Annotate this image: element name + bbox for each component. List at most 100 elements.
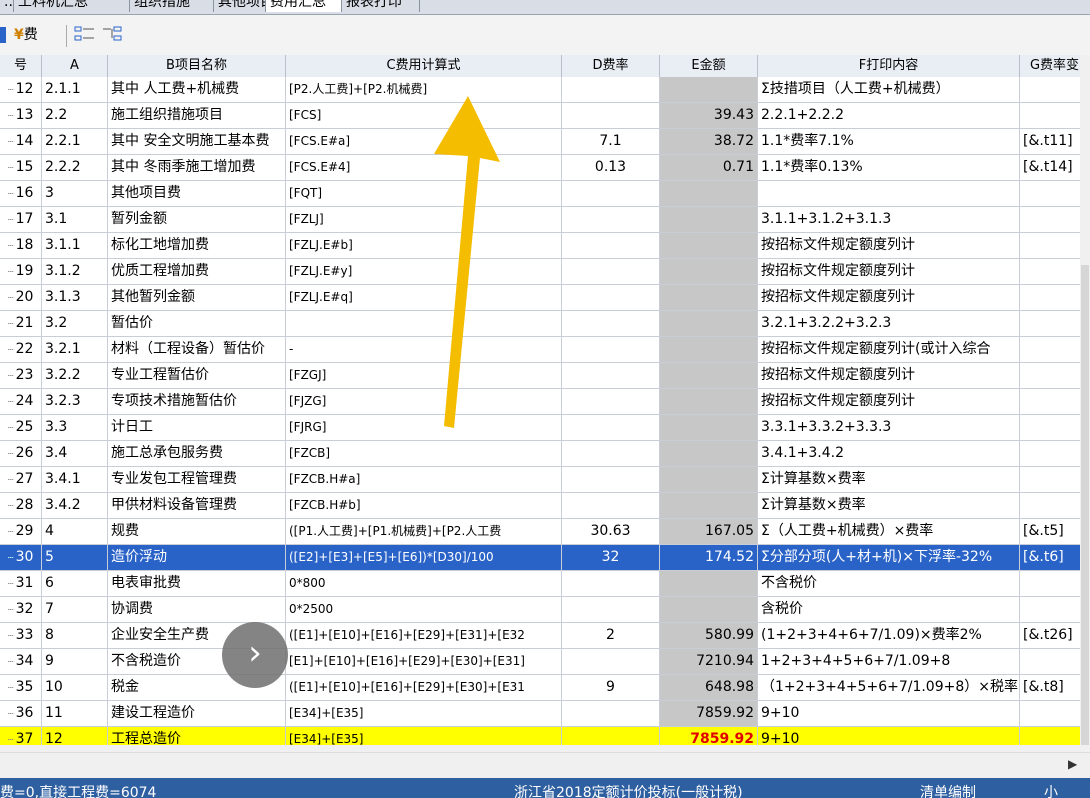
- cell-b[interactable]: 其中 人工费+机械费: [108, 77, 286, 102]
- cell-g[interactable]: [1020, 285, 1080, 310]
- cell-b[interactable]: 优质工程增加费: [108, 259, 286, 284]
- cell-b[interactable]: 规费: [108, 519, 286, 544]
- cell-f[interactable]: Σ技措项目（人工费+机械费）: [758, 77, 1020, 102]
- cell-b[interactable]: 其他项目费: [108, 181, 286, 206]
- cell-f[interactable]: 9+10: [758, 727, 1020, 745]
- toolbar-partial-icon[interactable]: [0, 27, 6, 43]
- cell-b[interactable]: 施工总承包服务费: [108, 441, 286, 466]
- cell-a[interactable]: 3.2: [42, 311, 108, 336]
- cell-g[interactable]: [&.t5]: [1020, 519, 1080, 544]
- cell-no[interactable]: ┄ 35: [0, 675, 42, 700]
- cell-d[interactable]: [562, 493, 660, 518]
- cell-g[interactable]: [1020, 233, 1080, 258]
- cell-a[interactable]: 3.3: [42, 415, 108, 440]
- cell-c[interactable]: -: [286, 337, 562, 362]
- cell-a[interactable]: 8: [42, 623, 108, 648]
- cell-b[interactable]: 标化工地增加费: [108, 233, 286, 258]
- cell-b[interactable]: 电表审批费: [108, 571, 286, 596]
- tab-other-items[interactable]: 其他项目: [214, 0, 266, 12]
- table-row[interactable]: ┄ 35 10 税金 ([E1]+[E10]+[E16]+[E29]+[E30]+[E3…: [0, 675, 1080, 701]
- cell-c[interactable]: ([P1.人工费]+[P1.机械费]+[P2.人工费: [286, 519, 562, 544]
- cell-f[interactable]: Σ计算基数×费率: [758, 493, 1020, 518]
- cell-d[interactable]: [562, 181, 660, 206]
- cell-d[interactable]: [562, 337, 660, 362]
- cell-e[interactable]: [660, 259, 758, 284]
- cell-e[interactable]: [660, 207, 758, 232]
- cell-c[interactable]: [FCS.E#a]: [286, 129, 562, 154]
- cell-no[interactable]: ┄ 21: [0, 311, 42, 336]
- cell-f[interactable]: 按招标文件规定额度列计: [758, 389, 1020, 414]
- insert-row-button[interactable]: [74, 25, 96, 45]
- cell-g[interactable]: [1020, 363, 1080, 388]
- cell-a[interactable]: 12: [42, 727, 108, 745]
- cell-g[interactable]: [&.t8]: [1020, 675, 1080, 700]
- cell-no[interactable]: ┄ 30: [0, 545, 42, 570]
- cell-f[interactable]: 3.1.1+3.1.2+3.1.3: [758, 207, 1020, 232]
- cell-a[interactable]: 2.2: [42, 103, 108, 128]
- cell-e[interactable]: [660, 363, 758, 388]
- cell-g[interactable]: [1020, 181, 1080, 206]
- cell-a[interactable]: 3.2.3: [42, 389, 108, 414]
- table-row[interactable]: ┄ 28 3.4.2 甲供材料设备管理费 [FZCB.H#b] Σ计算基数×费率: [0, 493, 1080, 519]
- cell-a[interactable]: 2.2.2: [42, 155, 108, 180]
- cell-a[interactable]: 6: [42, 571, 108, 596]
- cell-d[interactable]: [562, 649, 660, 674]
- cell-no[interactable]: ┄ 25: [0, 415, 42, 440]
- cell-g[interactable]: [&.t14]: [1020, 155, 1080, 180]
- cell-d[interactable]: [562, 389, 660, 414]
- cell-g[interactable]: [1020, 441, 1080, 466]
- cell-a[interactable]: 3.2.2: [42, 363, 108, 388]
- cell-e[interactable]: [660, 597, 758, 622]
- table-row[interactable]: ┄ 36 11 建设工程造价 [E34]+[E35] 7859.92 9+10: [0, 701, 1080, 727]
- cell-e[interactable]: [660, 389, 758, 414]
- cell-c[interactable]: [FZCB.H#b]: [286, 493, 562, 518]
- cell-a[interactable]: 9: [42, 649, 108, 674]
- tab-labor-material-summary[interactable]: 工料机汇总: [14, 0, 130, 12]
- table-row[interactable]: ┄ 27 3.4.1 专业发包工程管理费 [FZCB.H#a] Σ计算基数×费率: [0, 467, 1080, 493]
- cell-a[interactable]: 10: [42, 675, 108, 700]
- cell-f[interactable]: 按招标文件规定额度列计: [758, 233, 1020, 258]
- cell-no[interactable]: ┄ 31: [0, 571, 42, 596]
- cell-c[interactable]: [286, 311, 562, 336]
- cell-e[interactable]: [660, 311, 758, 336]
- cell-c[interactable]: [FQT]: [286, 181, 562, 206]
- cell-f[interactable]: 按招标文件规定额度列计: [758, 259, 1020, 284]
- cell-e[interactable]: 7859.92: [660, 727, 758, 745]
- cell-c[interactable]: 0*800: [286, 571, 562, 596]
- cell-f[interactable]: 不含税价: [758, 571, 1020, 596]
- cell-a[interactable]: 4: [42, 519, 108, 544]
- cell-g[interactable]: [1020, 467, 1080, 492]
- cell-c[interactable]: [FCS.E#4]: [286, 155, 562, 180]
- cell-g[interactable]: [1020, 103, 1080, 128]
- cell-c[interactable]: [FZGJ]: [286, 363, 562, 388]
- cell-d[interactable]: 9: [562, 675, 660, 700]
- cell-b[interactable]: 材料（工程设备）暂估价: [108, 337, 286, 362]
- table-row[interactable]: ┄ 23 3.2.2 专业工程暂估价 [FZGJ] 按招标文件规定额度列计: [0, 363, 1080, 389]
- insert-child-button[interactable]: [102, 25, 124, 45]
- cell-e[interactable]: [660, 233, 758, 258]
- table-row[interactable]: ┄ 14 2.2.1 其中 安全文明施工基本费 [FCS.E#a] 7.1 38.72 1.1…: [0, 129, 1080, 155]
- cell-b[interactable]: 施工组织措施项目: [108, 103, 286, 128]
- cell-e[interactable]: [660, 441, 758, 466]
- cell-b[interactable]: 暂列金额: [108, 207, 286, 232]
- cell-b[interactable]: 其中 安全文明施工基本费: [108, 129, 286, 154]
- cell-no[interactable]: ┄ 14: [0, 129, 42, 154]
- cell-b[interactable]: 造价浮动: [108, 545, 286, 570]
- cell-a[interactable]: 3.1.3: [42, 285, 108, 310]
- table-row[interactable]: ┄ 22 3.2.1 材料（工程设备）暂估价 - 按招标文件规定额度列计(或计入综合: [0, 337, 1080, 363]
- vertical-scroll-thumb[interactable]: [1081, 265, 1089, 745]
- cell-no[interactable]: ┄ 22: [0, 337, 42, 362]
- cell-g[interactable]: [1020, 259, 1080, 284]
- cell-f[interactable]: 1.1*费率0.13%: [758, 155, 1020, 180]
- cell-c[interactable]: [FZLJ.E#q]: [286, 285, 562, 310]
- cell-c[interactable]: [FJRG]: [286, 415, 562, 440]
- cell-no[interactable]: ┄ 13: [0, 103, 42, 128]
- cell-f[interactable]: 按招标文件规定额度列计: [758, 363, 1020, 388]
- cell-no[interactable]: ┄ 20: [0, 285, 42, 310]
- cell-a[interactable]: 3.1: [42, 207, 108, 232]
- cell-b[interactable]: 专业发包工程管理费: [108, 467, 286, 492]
- cell-a[interactable]: 3.4.1: [42, 467, 108, 492]
- cell-a[interactable]: 7: [42, 597, 108, 622]
- cell-c[interactable]: ([E1]+[E10]+[E16]+[E29]+[E30]+[E31: [286, 675, 562, 700]
- tab-cost-summary[interactable]: 费用汇总: [266, 0, 342, 12]
